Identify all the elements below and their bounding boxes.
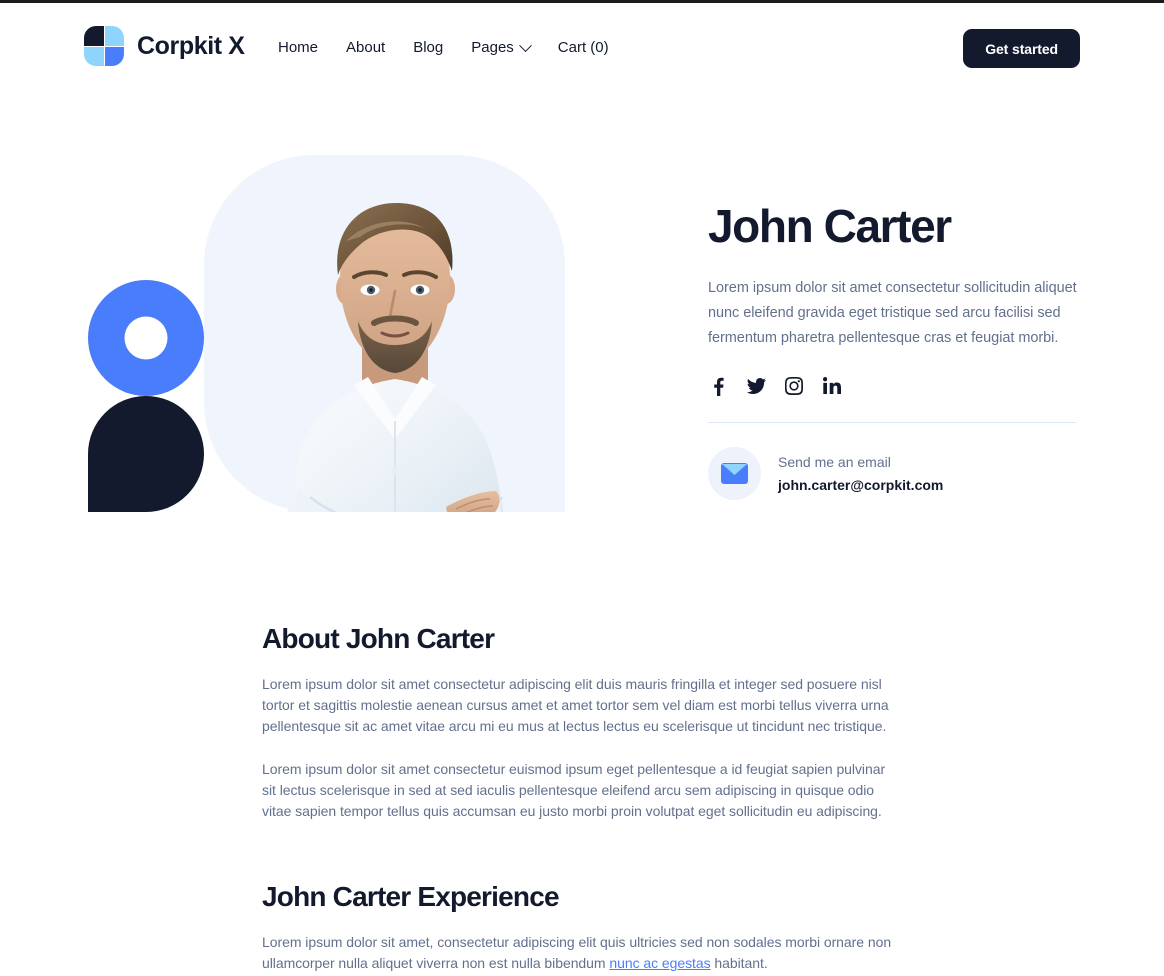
- decorative-blob-shape: [88, 396, 204, 512]
- about-paragraph-2: Lorem ipsum dolor sit amet consectetur e…: [262, 761, 886, 819]
- about-paragraph-1: Lorem ipsum dolor sit amet consectetur a…: [262, 676, 889, 734]
- hero-divider: [708, 422, 1076, 423]
- portrait-frame: [204, 155, 565, 512]
- experience-section: John Carter Experience Lorem ipsum dolor…: [262, 878, 894, 974]
- decorative-ring-shape: [88, 280, 204, 396]
- experience-paragraph: Lorem ipsum dolor sit amet, consectetur …: [262, 932, 894, 974]
- hero-description: Lorem ipsum dolor sit amet consectetur s…: [708, 280, 1077, 346]
- facebook-icon[interactable]: [708, 376, 728, 396]
- email-text-group: Send me an email john.carter@corpkit.com: [778, 452, 943, 496]
- about-section: About John Carter Lorem ipsum dolor sit …: [262, 620, 894, 822]
- experience-heading: John Carter Experience: [262, 881, 560, 912]
- hero-section: John Carter Lorem ipsum dolor sit amet c…: [0, 0, 1164, 560]
- page-root: Corpkit X Home About Blog Pages Cart (0)…: [0, 0, 1164, 976]
- hero-title: John Carter: [708, 200, 952, 252]
- social-links-row: [708, 376, 1080, 396]
- experience-text-before-link: Lorem ipsum dolor sit amet, consectetur …: [262, 934, 892, 971]
- email-address: john.carter@corpkit.com: [778, 476, 944, 493]
- nunc-ac-egestas-link[interactable]: nunc ac egestas: [609, 955, 710, 971]
- envelope-icon: [708, 447, 761, 500]
- portrait-photo: [287, 203, 504, 512]
- hero-info-column: John Carter Lorem ipsum dolor sit amet c…: [708, 198, 1080, 500]
- about-heading: About John Carter: [262, 623, 495, 654]
- twitter-icon[interactable]: [746, 376, 766, 396]
- email-contact-block[interactable]: Send me an email john.carter@corpkit.com: [708, 447, 1080, 500]
- content-column: About John Carter Lorem ipsum dolor sit …: [262, 620, 894, 974]
- instagram-icon[interactable]: [784, 376, 804, 396]
- linkedin-icon[interactable]: [822, 376, 842, 396]
- email-label: Send me an email: [778, 453, 891, 470]
- experience-text-after-link: habitant.: [710, 955, 768, 971]
